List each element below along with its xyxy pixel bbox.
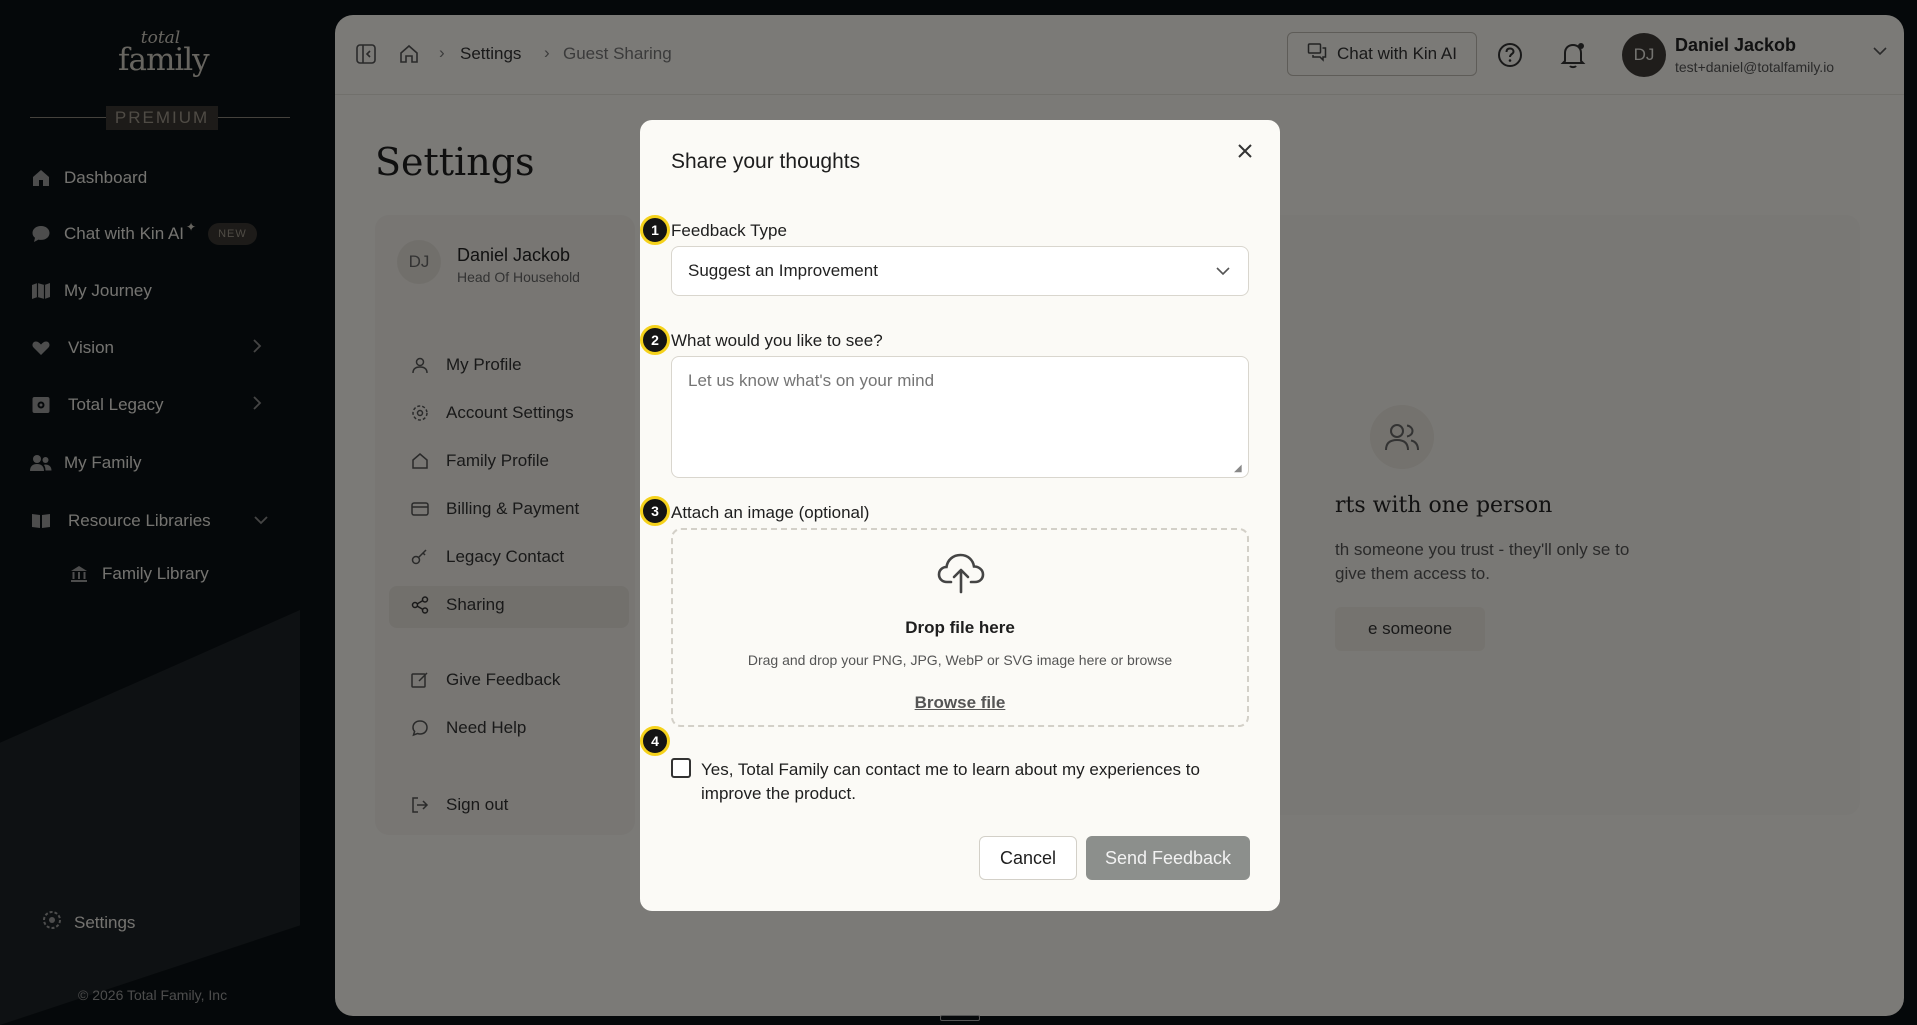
browse-file-link[interactable]: Browse file	[673, 693, 1247, 713]
chevron-down-icon	[1216, 261, 1230, 286]
dropzone-description: Drag and drop your PNG, JPG, WebP or SVG…	[747, 652, 1173, 668]
contact-consent-label[interactable]: Yes, Total Family can contact me to lear…	[701, 758, 1246, 806]
feedback-type-select[interactable]: Suggest an Improvement	[671, 246, 1249, 296]
step-marker-1: 1	[640, 215, 670, 245]
step-marker-3: 3	[640, 496, 670, 526]
message-label: What would you like to see?	[671, 331, 883, 350]
close-icon[interactable]	[1232, 138, 1258, 164]
send-feedback-button[interactable]: Send Feedback	[1086, 836, 1250, 880]
feedback-modal: Share your thoughts 1 Feedback Type Sugg…	[640, 120, 1280, 911]
cancel-button[interactable]: Cancel	[979, 836, 1077, 880]
resize-handle-icon[interactable]: ◢	[1234, 463, 1242, 474]
image-dropzone[interactable]: Drop file here Drag and drop your PNG, J…	[671, 528, 1249, 727]
contact-consent-checkbox[interactable]	[671, 758, 691, 778]
bottom-handle	[940, 1015, 980, 1021]
message-textarea[interactable]	[671, 356, 1249, 478]
feedback-type-label: Feedback Type	[671, 221, 787, 240]
modal-title: Share your thoughts	[671, 150, 861, 173]
upload-cloud-icon	[937, 550, 985, 599]
attach-image-label: Attach an image (optional)	[671, 503, 870, 522]
feedback-type-value: Suggest an Improvement	[688, 261, 878, 280]
step-marker-2: 2	[640, 325, 670, 355]
dropzone-title: Drop file here	[905, 618, 1015, 637]
step-marker-4: 4	[640, 726, 670, 756]
